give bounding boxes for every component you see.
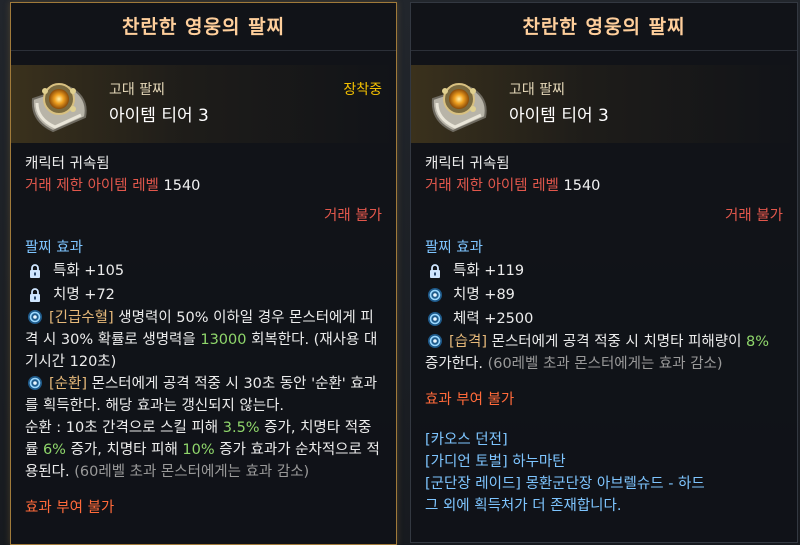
stat-text: 특화 +105	[53, 263, 125, 279]
trade-limit-label: 거래 제한 아이템 레벨	[425, 178, 559, 194]
effect-value: 8%	[746, 334, 770, 350]
stat-row: 특화 +119	[425, 259, 783, 283]
no-effect-grant: 효과 부여 불가	[425, 392, 515, 408]
effect-name: [긴급수혈]	[49, 310, 114, 326]
trade-limit: 거래 제한 아이템 레벨 1540	[25, 175, 382, 197]
swirl-icon	[28, 376, 42, 390]
item-tier: 아이템 티어 3	[109, 106, 209, 126]
effect-note: (60레벨 초과 몬스터에게는 효과 감소)	[482, 356, 723, 372]
stat-text: 치명 +89	[453, 287, 515, 303]
lock-icon	[30, 264, 40, 278]
source-item: 그 외에 획득처가 더 존재합니다.	[425, 498, 622, 514]
bound-status: 캐릭터 귀속됨	[425, 156, 510, 172]
effect-text: 몬스터에게 공격 적중 시 치명타 피해량이	[487, 334, 747, 350]
source-item: [카오스 던전]	[425, 432, 508, 448]
effect-name: [습격]	[449, 334, 487, 350]
effect-text: 증가, 치명타 피해	[65, 442, 183, 458]
swirl-icon	[428, 312, 442, 326]
stat-text: 특화 +119	[453, 263, 525, 279]
untradeable-label: 거래 불가	[324, 208, 382, 224]
untradeable-label: 거래 불가	[725, 208, 783, 224]
lock-icon	[30, 288, 40, 302]
stat-row: 치명 +72	[25, 283, 382, 307]
stat-row: 치명 +89	[425, 283, 783, 307]
effect-value: 6%	[42, 442, 66, 458]
bracelet-icon	[23, 69, 95, 141]
equipped-item-tooltip: 찬란한 영웅의 팔찌 고대 팔찌 아이템 티어 3 장착중 캐릭터 귀속됨 거래…	[10, 2, 397, 545]
item-title: 찬란한 영웅의 팔찌	[11, 3, 396, 51]
effect-cycle: [순환] 몬스터에게 공격 적중 시 30초 동안 '순환' 효과를 획득한다.…	[25, 373, 382, 483]
effect-section-title: 팔찌 효과	[425, 240, 483, 256]
effect-text: 순환 : 10초 간격으로 스킬 피해	[25, 420, 223, 436]
item-title: 찬란한 영웅의 팔찌	[411, 3, 797, 51]
no-effect-grant: 효과 부여 불가	[25, 500, 115, 516]
item-grade: 고대 팔찌	[109, 82, 165, 98]
swirl-icon	[28, 310, 42, 324]
effect-note: (60레벨 초과 몬스터에게는 효과 감소)	[69, 464, 310, 480]
effect-value: 13000	[200, 332, 247, 348]
stat-text: 체력 +2500	[453, 311, 534, 327]
swirl-icon	[428, 334, 442, 348]
equipped-badge: 장착중	[343, 82, 382, 98]
acquisition-sources: [카오스 던전] [가디언 토벌] 하누마탄 [군단장 레이드] 몽환군단장 아…	[425, 429, 783, 517]
bound-status: 캐릭터 귀속됨	[25, 156, 110, 172]
trade-limit-value: 1540	[563, 178, 601, 194]
stat-row: 특화 +105	[25, 259, 382, 283]
effect-section-title: 팔찌 효과	[25, 240, 83, 256]
effect-value: 3.5%	[222, 420, 260, 436]
lock-icon	[430, 264, 440, 278]
trade-limit-label: 거래 제한 아이템 레벨	[25, 178, 159, 194]
stat-text: 치명 +72	[53, 287, 115, 303]
source-item: [가디언 토벌] 하누마탄	[425, 454, 566, 470]
item-header: 고대 팔찌 아이템 티어 3	[411, 65, 797, 143]
stat-row: 체력 +2500	[425, 307, 783, 331]
trade-limit: 거래 제한 아이템 레벨 1540	[425, 175, 783, 197]
effect-text: 증가한다.	[425, 356, 483, 372]
swirl-icon	[428, 288, 442, 302]
effect-value: 10%	[182, 442, 215, 458]
compare-item-tooltip: 찬란한 영웅의 팔찌 고대 팔찌 아이템 티어 3 캐릭터 귀속됨 거래 제한 …	[410, 2, 798, 543]
effect-name: [순환]	[49, 376, 87, 392]
item-grade: 고대 팔찌	[509, 82, 565, 98]
item-header: 고대 팔찌 아이템 티어 3 장착중	[11, 65, 396, 143]
effect-ambush: [습격] 몬스터에게 공격 적중 시 치명타 피해량이 8% 증가한다. (60…	[425, 331, 783, 375]
source-item: [군단장 레이드] 몽환군단장 아브렐슈드 - 하드	[425, 476, 705, 492]
bracelet-icon	[423, 69, 495, 141]
trade-limit-value: 1540	[163, 178, 201, 194]
item-tier: 아이템 티어 3	[509, 106, 609, 126]
effect-emergency-transfusion: [긴급수혈] 생명력이 50% 이하일 경우 몬스터에게 피격 시 30% 확률…	[25, 307, 382, 373]
